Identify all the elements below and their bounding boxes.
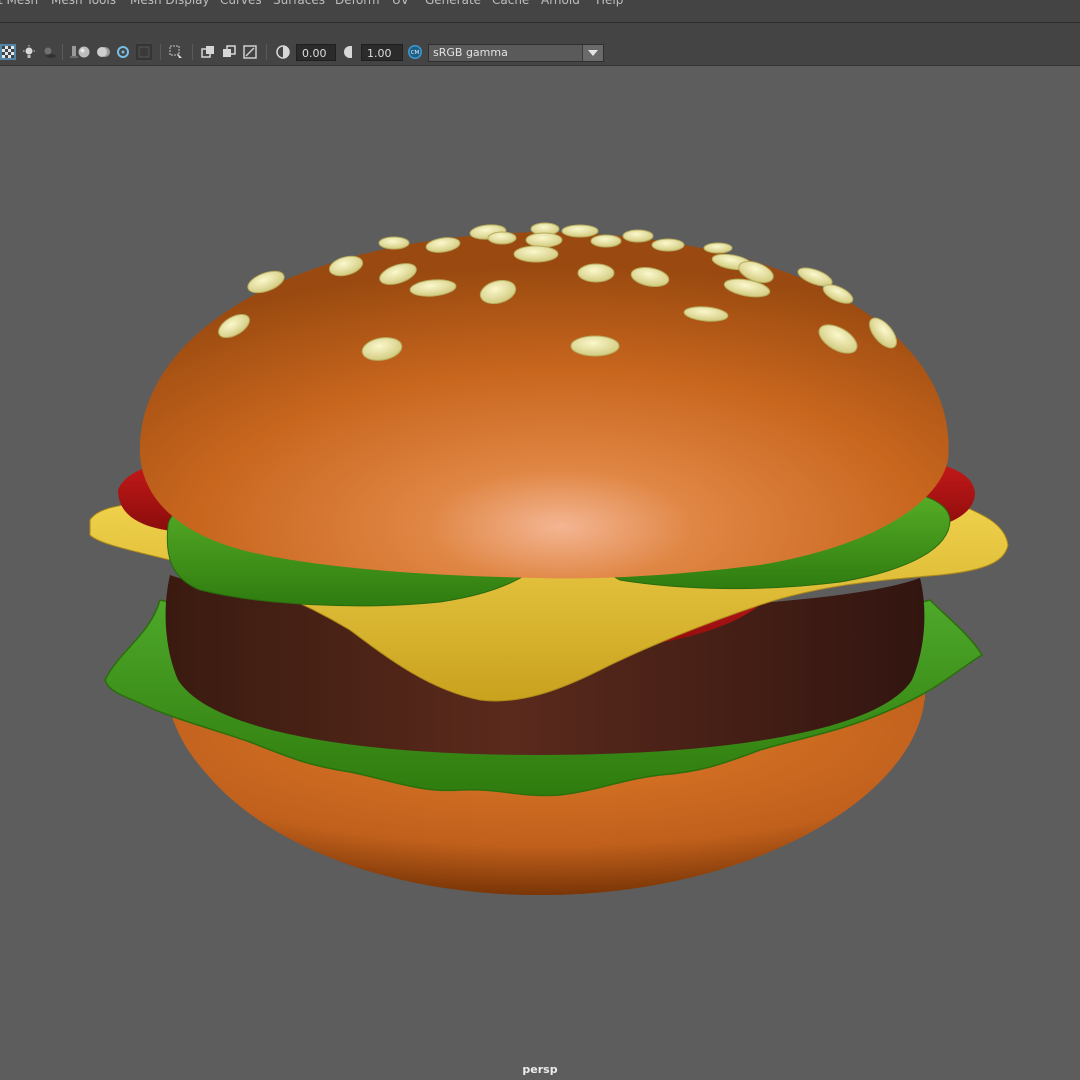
sesame-seed <box>590 234 622 248</box>
sesame-seed <box>487 231 517 245</box>
camera-name-label: persp <box>522 1063 558 1076</box>
sesame-seed <box>513 245 559 263</box>
sesame-seed <box>570 335 620 357</box>
sesame-seed <box>378 236 410 250</box>
hamburger-model[interactable] <box>0 0 1080 1080</box>
sesame-seed <box>525 232 563 248</box>
sesame-seed <box>577 263 615 283</box>
viewport-3d[interactable] <box>0 66 1080 1080</box>
sesame-seed <box>703 242 733 254</box>
sesame-seed <box>622 229 654 243</box>
sesame-seed <box>561 224 599 238</box>
sesame-seed <box>651 238 685 252</box>
